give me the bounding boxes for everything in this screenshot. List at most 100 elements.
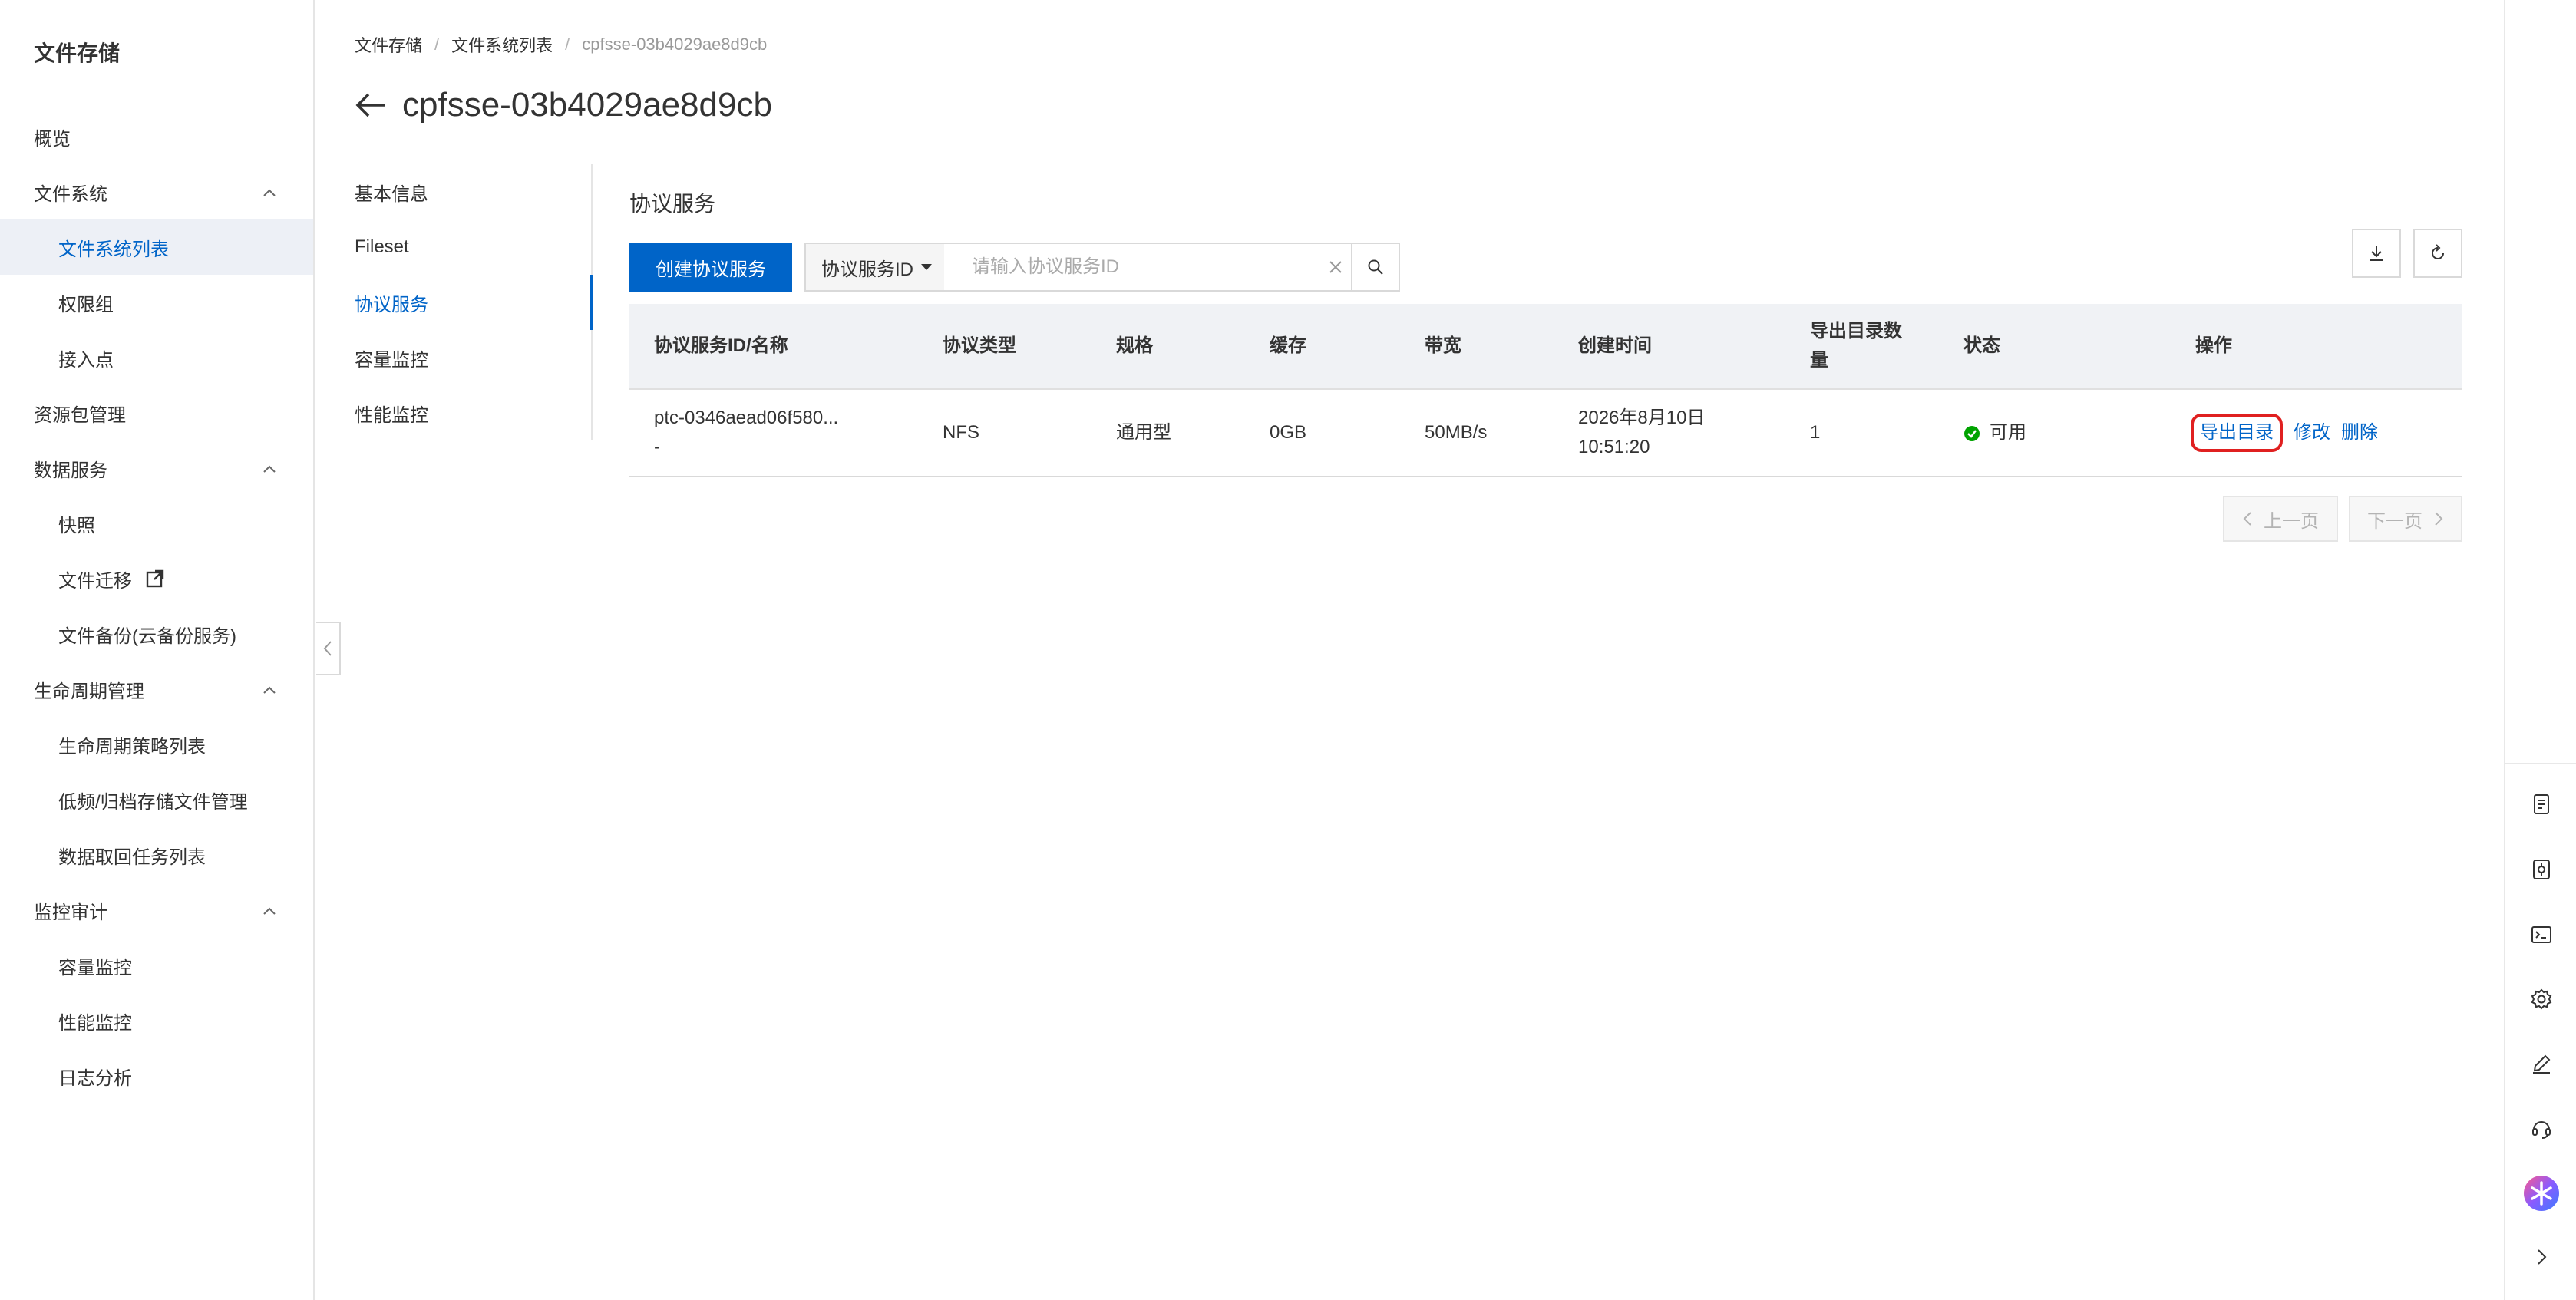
- sidebar-item-lifecycle-policy[interactable]: 生命周期策略列表: [0, 717, 313, 772]
- search-button[interactable]: [1351, 244, 1399, 290]
- delete-link[interactable]: 删除: [2341, 422, 2378, 443]
- download-button[interactable]: [2352, 229, 2401, 278]
- search-input[interactable]: [944, 244, 1320, 290]
- sidebar-item-capacity-monitor[interactable]: 容量监控: [0, 938, 313, 993]
- sidebar-item-data-service[interactable]: 数据服务: [0, 440, 313, 496]
- sidebar-item-resource-package[interactable]: 资源包管理: [0, 385, 313, 440]
- tab-protocol-service[interactable]: 协议服务: [355, 275, 593, 330]
- toolbar: 创建协议服务 协议服务ID: [629, 243, 1400, 292]
- created-date: 2026年8月10日: [1578, 407, 1706, 428]
- sidebar-item-label: 概览: [34, 128, 71, 150]
- terminal-icon[interactable]: [2528, 921, 2555, 949]
- tab-performance-monitor[interactable]: 性能监控: [355, 385, 591, 440]
- column-header: 规格: [1116, 335, 1153, 356]
- cell-actions: 导出目录 修改 删除: [2171, 414, 2462, 452]
- external-link-icon: [146, 569, 164, 588]
- prev-page-label: 上一页: [2264, 510, 2319, 532]
- sidebar-item-label: 快照: [58, 515, 95, 536]
- tab-label: 协议服务: [355, 294, 428, 315]
- chevron-right-icon[interactable]: [2528, 1243, 2555, 1271]
- chevron-left-icon: [323, 641, 332, 656]
- modify-link[interactable]: 修改: [2294, 422, 2330, 443]
- tab-basic-info[interactable]: 基本信息: [355, 164, 591, 219]
- create-protocol-service-button[interactable]: 创建协议服务: [629, 243, 792, 292]
- breadcrumb-filesystem-list[interactable]: 文件系统列表: [451, 32, 553, 57]
- caret-down-icon: [921, 264, 932, 270]
- ai-assistant-icon[interactable]: [2522, 1174, 2561, 1213]
- cell-spec: 通用型: [1116, 422, 1171, 443]
- document-icon[interactable]: [2528, 790, 2555, 818]
- sidebar-item-filesystem[interactable]: 文件系统: [0, 164, 313, 219]
- sidebar-item-label: 性能监控: [58, 1012, 132, 1034]
- cell-id-name: ptc-0346aead06f580... -: [629, 404, 918, 462]
- check-circle-icon: [1964, 425, 1980, 441]
- search-filter-select[interactable]: 协议服务ID: [806, 244, 944, 290]
- edit-icon[interactable]: [2528, 1050, 2555, 1077]
- sidebar-collapse-button[interactable]: [316, 622, 341, 675]
- sidebar-item-archive-files[interactable]: 低频/归档存储文件管理: [0, 772, 313, 827]
- sidebar-item-overview[interactable]: 概览: [0, 109, 313, 164]
- rail-divider: [2505, 763, 2576, 764]
- sidebar-item-retrieval-tasks[interactable]: 数据取回任务列表: [0, 827, 313, 883]
- prev-page-button[interactable]: 上一页: [2223, 496, 2338, 542]
- sidebar: 文件存储 概览 文件系统 文件系统列表 权限组 接入点 资源包管理 数据服务 快…: [0, 0, 315, 1300]
- search-group: 协议服务ID: [804, 243, 1400, 292]
- tab-label: 容量监控: [355, 349, 428, 371]
- clear-icon[interactable]: [1320, 244, 1351, 290]
- sidebar-item-log-analysis[interactable]: 日志分析: [0, 1048, 313, 1104]
- sidebar-item-label: 资源包管理: [34, 404, 126, 426]
- sidebar-item-monitor-audit[interactable]: 监控审计: [0, 883, 313, 938]
- cell-export-count: 1: [1810, 422, 1821, 443]
- sidebar-item-file-migration[interactable]: 文件迁移: [0, 551, 313, 606]
- table-row: ptc-0346aead06f580... - NFS 通用型 0GB 50MB…: [629, 390, 2462, 477]
- column-header: 带宽: [1425, 335, 1461, 356]
- breadcrumb-separator: /: [565, 35, 570, 54]
- refresh-icon: [2432, 244, 2444, 259]
- sidebar-item-access-point[interactable]: 接入点: [0, 330, 313, 385]
- next-page-button[interactable]: 下一页: [2349, 496, 2462, 542]
- sidebar-item-label: 文件备份(云备份服务): [58, 625, 236, 647]
- sidebar-item-filesystem-list[interactable]: 文件系统列表: [0, 219, 313, 275]
- sidebar-item-label: 监控审计: [34, 902, 107, 923]
- refresh-button[interactable]: [2413, 229, 2462, 278]
- sidebar-item-label: 数据取回任务列表: [58, 846, 206, 868]
- column-header: 状态: [1963, 335, 2000, 356]
- sidebar-item-label: 数据服务: [34, 460, 107, 481]
- sidebar-item-performance-monitor[interactable]: 性能监控: [0, 993, 313, 1048]
- tab-fileset[interactable]: Fileset: [355, 219, 591, 275]
- sidebar-item-label: 生命周期策略列表: [58, 736, 206, 757]
- headset-support-icon[interactable]: [2528, 1114, 2555, 1142]
- cell-cache: 0GB: [1270, 422, 1307, 443]
- breadcrumb-separator: /: [434, 35, 440, 54]
- sidebar-item-snapshot[interactable]: 快照: [0, 496, 313, 551]
- tab-label: 性能监控: [355, 404, 428, 426]
- detail-subnav: 基本信息 Fileset 协议服务 容量监控 性能监控: [355, 164, 593, 440]
- cell-status: 可用: [1939, 418, 2171, 447]
- chevron-up-icon: [263, 686, 276, 694]
- sidebar-item-file-backup[interactable]: 文件备份(云备份服务): [0, 606, 313, 662]
- column-header: 协议类型: [943, 335, 1016, 356]
- gear-icon[interactable]: [2528, 985, 2555, 1013]
- tab-capacity-monitor[interactable]: 容量监控: [355, 330, 591, 385]
- tab-label: Fileset: [355, 236, 409, 257]
- sidebar-item-permission-group[interactable]: 权限组: [0, 275, 313, 330]
- cell-created-time: 2026年8月10日 10:51:20: [1554, 404, 1785, 462]
- status-text: 可用: [1990, 422, 2026, 443]
- created-time: 10:51:20: [1578, 437, 1650, 457]
- tab-label: 基本信息: [355, 183, 428, 205]
- sidebar-item-label: 权限组: [58, 294, 114, 315]
- arrow-left-icon[interactable]: [353, 87, 390, 124]
- sidebar-item-label: 低频/归档存储文件管理: [58, 791, 248, 813]
- sidebar-nav: 概览 文件系统 文件系统列表 权限组 接入点 资源包管理 数据服务 快照 文件迁…: [0, 109, 313, 1104]
- breadcrumb-file-storage[interactable]: 文件存储: [355, 32, 422, 57]
- sidebar-item-lifecycle[interactable]: 生命周期管理: [0, 662, 313, 717]
- breadcrumb-current: cpfsse-03b4029ae8d9cb: [582, 35, 768, 54]
- column-header: 操作: [2195, 335, 2232, 356]
- download-icon: [2370, 246, 2383, 261]
- export-directory-link[interactable]: 导出目录: [2191, 414, 2283, 452]
- protocol-service-id[interactable]: ptc-0346aead06f580...: [654, 404, 918, 433]
- cell-protocol: NFS: [943, 422, 979, 443]
- api-icon[interactable]: [2528, 856, 2555, 883]
- search-filter-label: 协议服务ID: [821, 259, 913, 280]
- cell-bandwidth: 50MB/s: [1425, 422, 1488, 443]
